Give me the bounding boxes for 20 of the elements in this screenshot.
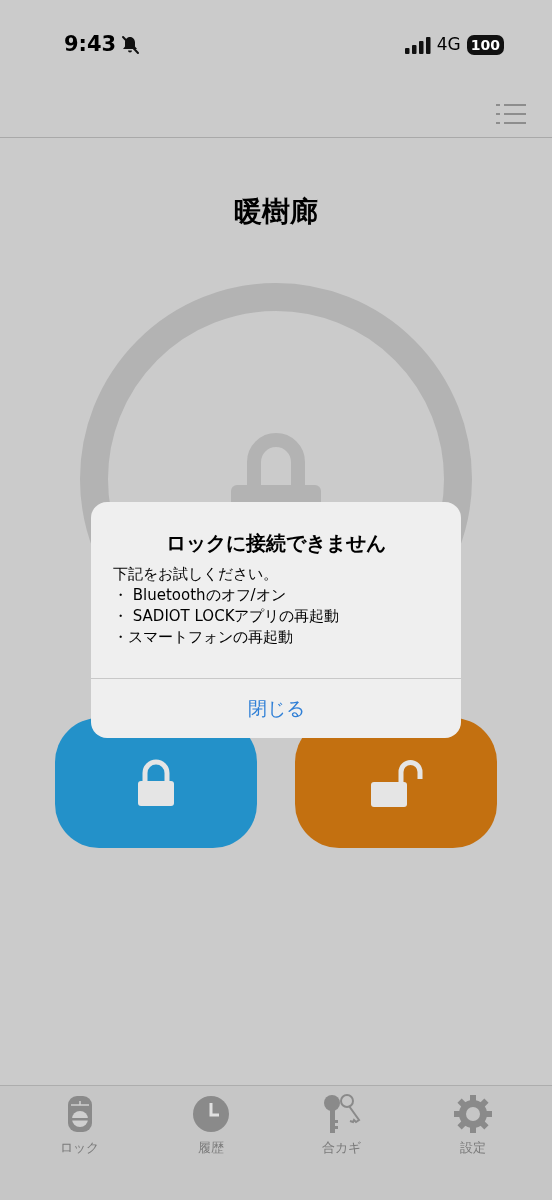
dialog-message: 下記をお試しください。 ・ Bluetoothのオフ/オン ・ SADIOT LOCKアプリの再起動 ・スマートフォンの再起動	[112, 564, 341, 648]
lock-name-title: 暖樹廊	[234, 194, 318, 230]
menu-icon[interactable]	[496, 102, 526, 125]
clock-icon	[191, 1095, 230, 1133]
settings-icon	[453, 1095, 492, 1133]
status-time: 9:43	[64, 31, 117, 59]
close-button[interactable]: 閉じる	[91, 678, 461, 738]
tab-bar-item[interactable]: 設定	[422, 1094, 523, 1200]
dialog-title: ロックに接続できません	[165, 530, 387, 557]
signal-icon	[404, 36, 431, 54]
tab-bar-item[interactable]: 履歴	[160, 1094, 261, 1200]
battery-indicator: 100	[466, 35, 504, 55]
keys-icon	[321, 1094, 362, 1134]
door-lock-icon	[66, 1095, 93, 1133]
muted-bell-icon	[120, 35, 141, 55]
open-padlock-icon	[369, 757, 423, 809]
tab-bar-item[interactable]: 合カギ	[291, 1094, 392, 1200]
padlock-icon	[136, 758, 176, 808]
network-label: 4G	[436, 33, 461, 57]
tab-bar-item[interactable]: ロック	[29, 1094, 130, 1200]
